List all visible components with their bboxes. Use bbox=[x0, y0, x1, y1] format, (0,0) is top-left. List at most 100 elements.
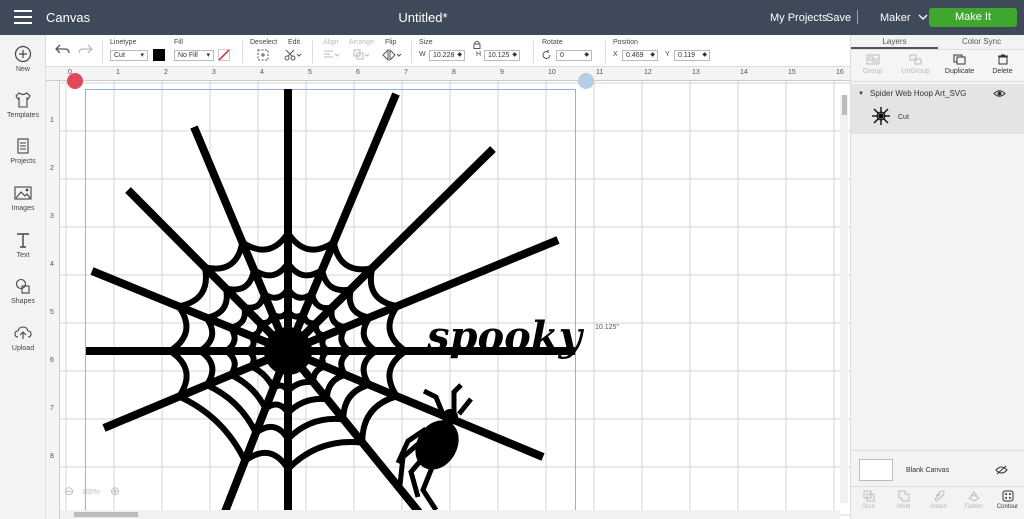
zoom-out-icon[interactable]: ⊖ bbox=[64, 484, 74, 498]
shirt-icon bbox=[15, 92, 31, 108]
contour-icon bbox=[1002, 490, 1013, 502]
weld-icon bbox=[898, 490, 909, 502]
duplicate-label: Duplicate bbox=[944, 68, 975, 75]
height-label: H bbox=[476, 51, 482, 58]
height-input[interactable]: 10.125 ◆ bbox=[484, 50, 520, 61]
spider-web-artwork[interactable]: spooky bbox=[46, 67, 850, 519]
x-label: X bbox=[613, 51, 618, 58]
trash-icon bbox=[997, 54, 1008, 65]
sidebar-item-new[interactable]: New bbox=[0, 45, 46, 73]
width-value: 10.228 bbox=[433, 52, 455, 59]
layer-tools: Group UnGroup Duplicate Delete bbox=[851, 49, 1024, 82]
header-separator bbox=[857, 10, 858, 24]
rotate-label: Rotate bbox=[542, 39, 563, 46]
sidebar-item-label: Shapes bbox=[11, 298, 35, 305]
zoom-control: ⊖ 100% ⊕ bbox=[64, 484, 124, 502]
flip-label: Flip bbox=[385, 39, 397, 46]
fill-label: Fill bbox=[174, 39, 183, 46]
vertical-scrollbar[interactable] bbox=[840, 95, 848, 503]
design-canvas[interactable]: 0 1 2 3 4 5 6 7 8 9 10 11 12 13 14 15 16 12345678 bbox=[46, 67, 850, 519]
position-label: Position bbox=[613, 39, 638, 46]
no-fill-swatch-icon[interactable] bbox=[218, 49, 230, 61]
web-thumbnail-icon bbox=[872, 107, 890, 125]
blank-canvas-swatch[interactable] bbox=[859, 459, 893, 481]
group-button[interactable]: Group bbox=[851, 54, 894, 75]
document-title[interactable]: Untitled* bbox=[0, 10, 846, 25]
divider bbox=[605, 41, 606, 63]
linetype-value: Cut bbox=[114, 52, 125, 59]
caret-down-icon[interactable]: ▼ bbox=[858, 91, 864, 97]
machine-select[interactable]: Maker bbox=[880, 12, 928, 24]
paperclip-icon bbox=[934, 490, 945, 502]
my-projects-link[interactable]: My Projects bbox=[770, 12, 827, 24]
lock-icon[interactable] bbox=[473, 40, 481, 49]
sidebar-item-templates[interactable]: Templates bbox=[0, 91, 46, 119]
text-t-icon bbox=[17, 233, 29, 248]
attach-label: Attach bbox=[929, 504, 947, 510]
eye-icon[interactable] bbox=[993, 89, 1006, 98]
edit-toolbar: Linetype Cut ▾ Fill No Fill ▾ Deselect Edi… bbox=[46, 35, 850, 67]
layer-operation-label: Cut bbox=[898, 114, 909, 121]
upload-icon bbox=[14, 326, 32, 339]
duplicate-button[interactable]: Duplicate bbox=[938, 54, 981, 75]
y-value: 0.119 bbox=[678, 52, 695, 59]
zoom-level: 100% bbox=[82, 489, 100, 496]
linetype-color-swatch[interactable] bbox=[153, 49, 165, 61]
blank-canvas-row[interactable]: Blank Canvas bbox=[851, 450, 1024, 486]
sidebar-item-projects[interactable]: Projects bbox=[0, 137, 46, 165]
zoom-in-icon[interactable]: ⊕ bbox=[110, 484, 120, 498]
attach-button[interactable]: Attach bbox=[921, 490, 956, 510]
chevron-down-icon: ▾ bbox=[140, 52, 144, 59]
arrange-icon[interactable] bbox=[353, 49, 371, 61]
deselect-icon[interactable] bbox=[257, 49, 269, 61]
scissors-edit-icon[interactable] bbox=[284, 49, 302, 61]
horizontal-scroll-thumb[interactable] bbox=[74, 512, 138, 517]
rotate-handle[interactable] bbox=[578, 73, 594, 89]
rotate-icon bbox=[542, 50, 551, 59]
projects-icon bbox=[17, 138, 29, 154]
sidebar-item-images[interactable]: Images bbox=[0, 184, 46, 212]
y-position-input[interactable]: 0.119 ◆ bbox=[674, 50, 710, 61]
sidebar-item-shapes[interactable]: Shapes bbox=[0, 277, 46, 305]
make-it-button[interactable]: Make It bbox=[929, 8, 1017, 27]
delete-handle[interactable] bbox=[67, 73, 83, 89]
divider bbox=[102, 41, 103, 63]
vertical-scroll-thumb[interactable] bbox=[842, 95, 847, 115]
shapes-icon bbox=[15, 278, 30, 294]
flatten-button[interactable]: Flatten bbox=[956, 490, 991, 510]
eye-hidden-icon[interactable] bbox=[995, 465, 1008, 475]
contour-button[interactable]: Contour bbox=[990, 490, 1024, 510]
x-position-input[interactable]: 0.469 ◆ bbox=[622, 50, 658, 61]
height-dimension-label: 10.125" bbox=[595, 324, 619, 331]
rotate-value: 0 bbox=[560, 52, 564, 59]
align-icon[interactable] bbox=[323, 49, 341, 61]
width-label: W bbox=[419, 51, 426, 58]
ungroup-button[interactable]: UnGroup bbox=[894, 54, 937, 75]
delete-button[interactable]: Delete bbox=[981, 54, 1024, 75]
sidebar-item-label: Projects bbox=[10, 158, 36, 165]
edit-label: Edit bbox=[288, 39, 301, 46]
weld-button[interactable]: Weld bbox=[886, 490, 921, 510]
redo-icon[interactable] bbox=[77, 43, 93, 55]
tab-layers[interactable]: Layers bbox=[851, 37, 938, 49]
ungroup-icon bbox=[909, 54, 921, 65]
linetype-select[interactable]: Cut ▾ bbox=[110, 50, 148, 61]
layer-group-row[interactable]: ▼ Spider Web Hoop Art_SVG bbox=[851, 84, 1024, 134]
rotate-input[interactable]: 0 ◆ bbox=[556, 50, 592, 61]
slice-button[interactable]: Slice bbox=[851, 490, 886, 510]
machine-label: Maker bbox=[880, 12, 911, 24]
fill-select[interactable]: No Fill ▾ bbox=[174, 50, 214, 61]
plus-circle-icon bbox=[14, 45, 32, 63]
horizontal-scrollbar[interactable] bbox=[60, 510, 840, 519]
sidebar-item-text[interactable]: Text bbox=[0, 231, 46, 259]
sidebar-item-upload[interactable]: Upload bbox=[0, 324, 46, 352]
save-button[interactable]: Save bbox=[826, 12, 851, 24]
weld-label: Weld bbox=[896, 504, 911, 510]
width-input[interactable]: 10.228 ◆ bbox=[429, 50, 465, 61]
undo-icon[interactable] bbox=[55, 43, 71, 55]
tab-color-sync[interactable]: Color Sync bbox=[938, 37, 1024, 49]
flip-icon[interactable] bbox=[382, 49, 402, 61]
divider bbox=[312, 41, 313, 63]
layers-panel: Layers Color Sync Group UnGroup Duplicat… bbox=[850, 35, 1024, 519]
contour-label: Contour bbox=[996, 504, 1019, 510]
